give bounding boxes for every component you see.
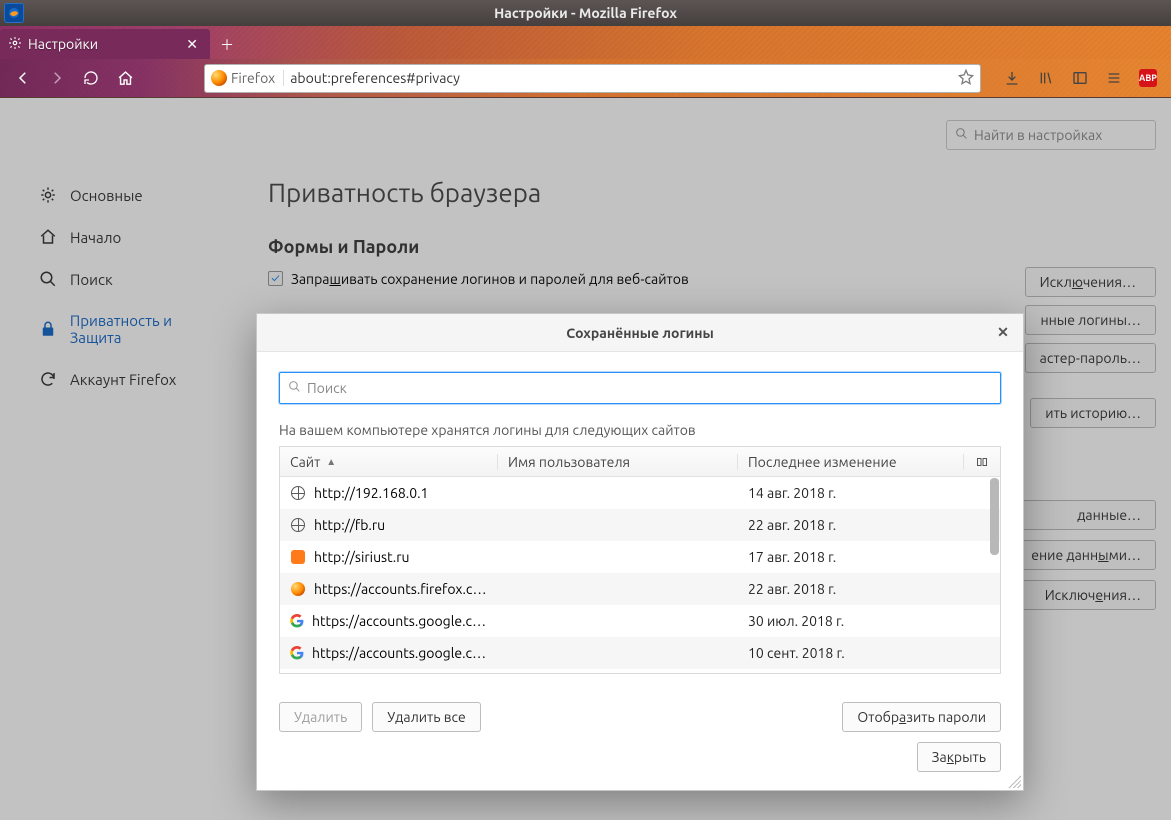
library-button[interactable] <box>1031 63 1061 93</box>
cell-date: 17 авг. 2018 г. <box>738 549 1000 565</box>
dialog-title: Сохранённые логины <box>566 325 713 341</box>
table-row[interactable]: https://accounts.firefox.c… 22 авг. 2018 … <box>280 573 1000 605</box>
globe-icon <box>290 517 306 533</box>
url-bar[interactable]: Firefox about:preferences#privacy <box>204 64 981 93</box>
cell-site: http://192.168.0.1 <box>280 485 498 501</box>
table-row[interactable]: http://fb.ru 22 авг. 2018 г. <box>280 509 1000 541</box>
dialog-close-button[interactable]: ✕ <box>989 318 1017 346</box>
window-title: Настройки - Mozilla Firefox <box>494 5 677 21</box>
globe-icon <box>290 485 306 501</box>
google-icon <box>290 614 304 628</box>
os-titlebar: Настройки - Mozilla Firefox <box>0 0 1171 26</box>
back-button[interactable] <box>8 63 38 93</box>
url-text: about:preferences#privacy <box>290 70 952 86</box>
column-site[interactable]: Сайт▲ <box>280 454 498 470</box>
cell-date: 22 авг. 2018 г. <box>738 517 1000 533</box>
table-header: Сайт▲ Имя пользователя Последнее изменен… <box>280 447 1000 477</box>
reload-button[interactable] <box>76 63 106 93</box>
nav-toolbar: Firefox about:preferences#privacy ABP <box>0 59 1171 98</box>
abp-button[interactable]: ABP <box>1133 63 1163 93</box>
tab-title: Настройки <box>28 36 98 52</box>
forward-button[interactable] <box>42 63 72 93</box>
tab-preferences[interactable]: Настройки ✕ <box>0 29 210 59</box>
cell-date: 10 сент. 2018 г. <box>738 645 1000 661</box>
column-date[interactable]: Последнее изменение <box>738 454 964 470</box>
logins-table: Сайт▲ Имя пользователя Последнее изменен… <box>279 446 1001 674</box>
table-row[interactable]: http://siriust.ru 17 авг. 2018 г. <box>280 541 1000 573</box>
search-icon <box>288 380 301 396</box>
dialog-resize-handle[interactable] <box>1007 774 1021 788</box>
dialog-subheading: На вашем компьютере хранятся логины для … <box>279 422 1001 438</box>
tab-close-button[interactable]: ✕ <box>182 36 202 53</box>
tabstrip: Настройки ✕ ＋ <box>0 26 1171 59</box>
delete-login-button[interactable]: Удалить <box>279 702 362 732</box>
site-favicon <box>290 549 306 565</box>
delete-all-logins-button[interactable]: Удалить все <box>372 702 480 732</box>
site-identity[interactable]: Firefox <box>211 70 284 86</box>
downloads-button[interactable] <box>997 63 1027 93</box>
cell-date: 22 авг. 2018 г. <box>738 581 1000 597</box>
table-scrollbar[interactable] <box>990 478 999 555</box>
dialog-close-footer-button[interactable]: Закрыть <box>917 742 1001 772</box>
search-placeholder: Поиск <box>307 380 347 396</box>
table-row[interactable]: https://accounts.google.c… 30 июл. 2018 г… <box>280 605 1000 637</box>
new-tab-button[interactable]: ＋ <box>210 31 244 59</box>
firefox-icon <box>211 70 227 86</box>
table-row[interactable]: http://192.168.0.1 14 авг. 2018 г. <box>280 477 1000 509</box>
cell-date: 30 июл. 2018 г. <box>738 613 1000 629</box>
cell-site: https://accounts.google.c… <box>280 645 498 661</box>
saved-logins-dialog: Сохранённые логины ✕ Поиск На вашем комп… <box>256 313 1024 791</box>
show-passwords-button[interactable]: Отобразить пароли <box>842 702 1001 732</box>
home-button[interactable] <box>110 63 140 93</box>
firefox-icon <box>290 581 306 597</box>
cell-site: http://fb.ru <box>280 517 498 533</box>
table-row[interactable]: https://accounts.google.c… 10 сент. 2018 … <box>280 637 1000 669</box>
abp-icon: ABP <box>1139 69 1157 87</box>
firefox-appicon <box>4 3 24 23</box>
sort-asc-icon: ▲ <box>326 456 336 468</box>
cell-site: https://accounts.firefox.c… <box>280 581 498 597</box>
sidebar-button[interactable] <box>1065 63 1095 93</box>
column-user[interactable]: Имя пользователя <box>498 454 738 470</box>
menu-button[interactable] <box>1099 63 1129 93</box>
cell-site: http://siriust.ru <box>280 549 498 565</box>
identity-label: Firefox <box>231 70 275 86</box>
logins-search-input[interactable]: Поиск <box>279 372 1001 404</box>
google-icon <box>290 646 304 660</box>
gear-icon <box>8 36 22 53</box>
cell-site: https://accounts.google.c… <box>280 613 498 629</box>
cell-date: 14 авг. 2018 г. <box>738 485 1000 501</box>
dialog-header: Сохранённые логины ✕ <box>257 314 1023 352</box>
bookmark-star-icon[interactable] <box>958 69 974 88</box>
column-picker-button[interactable] <box>964 456 1000 468</box>
